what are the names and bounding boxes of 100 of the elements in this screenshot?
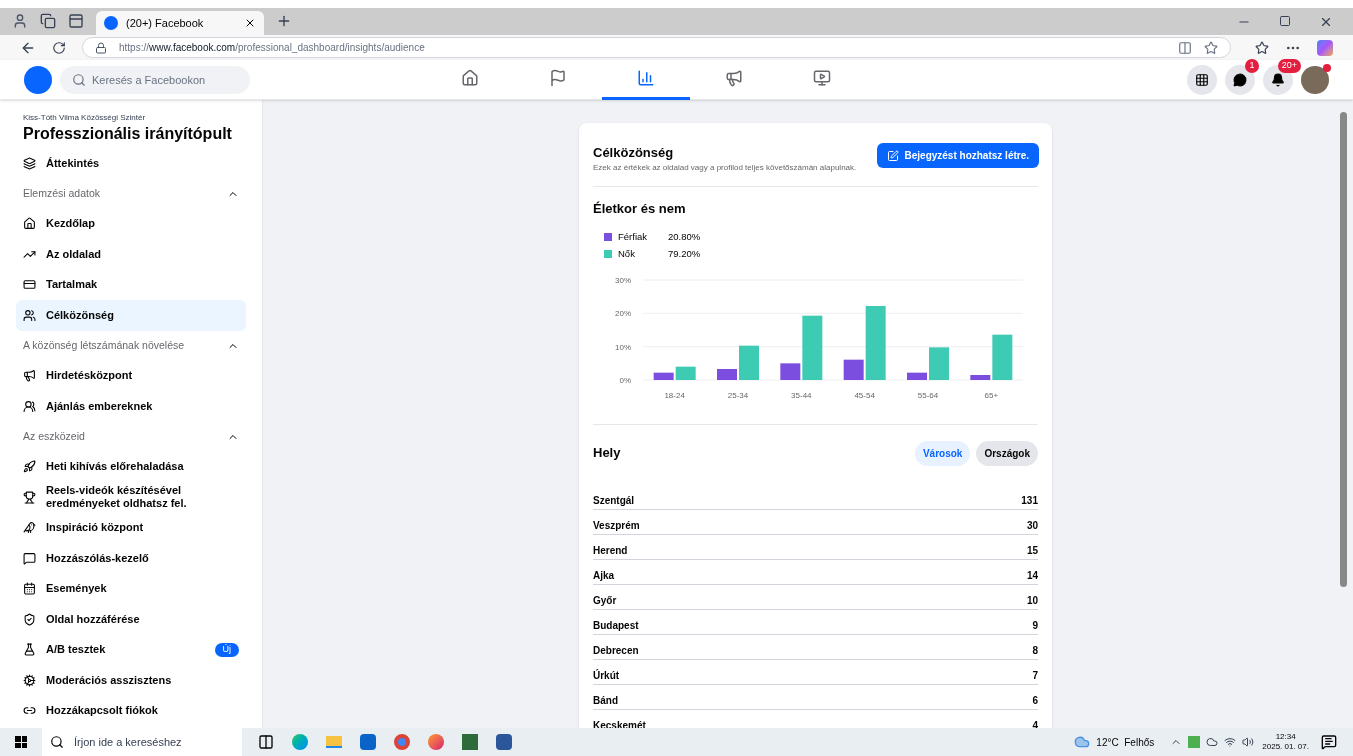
card-description: Ezek az értékek az oldalad vagy a profilod teljes követőszámán alapulnak. — [593, 162, 858, 173]
comment-icon — [23, 551, 36, 565]
browser-app-icon[interactable] — [292, 734, 308, 750]
city-count: 15 — [1026, 543, 1038, 558]
messenger-button[interactable] — [1225, 64, 1255, 95]
sidebar-item[interactable]: Moderációs asszisztens — [16, 665, 246, 696]
bar — [907, 372, 927, 380]
megaphone-icon — [725, 69, 743, 87]
browser-app-icon[interactable] — [394, 734, 410, 750]
city-count: 6 — [1032, 693, 1038, 708]
sidebar-item[interactable]: Események — [16, 573, 246, 604]
city-name: Debrecen — [593, 643, 639, 658]
calendar-icon — [23, 582, 36, 596]
search-icon — [50, 735, 64, 749]
megaphone-icon — [23, 369, 36, 383]
workspaces-icon[interactable] — [40, 13, 56, 29]
close-icon[interactable] — [244, 17, 256, 29]
axis-category-label: 35-44 — [791, 390, 812, 400]
legend-label: Nők — [618, 247, 636, 262]
facebook-favicon-icon — [104, 16, 118, 30]
filter-toggle[interactable]: Városok — [914, 440, 971, 466]
city-name: Győr — [593, 593, 617, 608]
weather-icon[interactable] — [1074, 734, 1091, 750]
video-icon — [813, 69, 831, 87]
axis-category-label: 45-54 — [854, 390, 875, 400]
facebook-logo[interactable] — [24, 65, 52, 94]
notification-center-icon[interactable] — [1321, 734, 1337, 750]
reload-icon[interactable] — [52, 40, 66, 55]
axis-tick-label: 20% — [615, 308, 631, 318]
city-name: Bánd — [593, 693, 618, 708]
city-name: Úrkút — [593, 668, 620, 683]
sidebar-item[interactable]: Célközönség — [16, 300, 246, 331]
bar — [739, 345, 759, 380]
new-tab-icon[interactable] — [276, 13, 292, 29]
city-name: Kecskemét — [593, 718, 646, 728]
trophy-icon — [23, 490, 36, 504]
sidebar-item[interactable]: Hozzákapcsolt fiókok — [16, 695, 246, 726]
sidebar-item[interactable]: Heti kihívás előrehaladása — [16, 451, 246, 482]
browser-app-icon[interactable] — [428, 734, 444, 750]
sidebar-item[interactable]: Reels-videók készítésével eredményeket oldhatsz fel. — [16, 482, 246, 513]
section-header[interactable]: Az eszközeid — [16, 421, 246, 452]
content-icon — [23, 278, 36, 292]
axis-category-label: 55-64 — [917, 390, 939, 400]
city-name: Veszprém — [593, 518, 640, 533]
section-header[interactable]: A közönség létszámának növelése — [16, 330, 246, 361]
new-badge: Új — [214, 643, 239, 657]
sidebar-item[interactable]: Hirdetésközpont — [16, 360, 246, 391]
bar — [717, 368, 737, 380]
gear-icon — [23, 673, 36, 687]
sidebar-item[interactable]: Az oldalad — [16, 239, 246, 270]
split-screen-icon[interactable] — [1178, 40, 1192, 55]
people-icon — [23, 308, 36, 322]
bar — [929, 346, 949, 380]
axis-category-label: 18-24 — [664, 390, 685, 400]
city-name: Ajka — [593, 568, 615, 583]
flag-icon — [549, 69, 567, 87]
profile-icon[interactable] — [12, 13, 28, 29]
dashboard-title: Professzionális irányítópult — [22, 124, 233, 144]
sidebar-item[interactable]: Kezdőlap — [16, 208, 246, 239]
favorite-star-icon[interactable] — [1204, 40, 1218, 55]
weather-text[interactable]: 12°C Felhős — [1096, 734, 1155, 750]
sidebar-item[interactable]: Áttekintés — [16, 148, 246, 179]
browser-tab[interactable]: (20+) Facebook — [96, 11, 264, 35]
word-app-icon[interactable] — [496, 734, 512, 750]
cloud-icon[interactable] — [1206, 736, 1219, 748]
taskbar-search-field[interactable]: Írjon ide a kereséshez — [42, 728, 242, 756]
tab-actions-icon[interactable] — [68, 13, 84, 29]
sidebar-item[interactable]: Inspiráció központ — [16, 512, 246, 543]
city-name: Budapest — [593, 618, 639, 633]
favorites-icon[interactable] — [1255, 40, 1269, 55]
city-count: 9 — [1032, 618, 1038, 633]
sidebar-item[interactable]: Oldal hozzáférése — [16, 604, 246, 635]
volume-icon[interactable] — [1242, 736, 1255, 748]
create-post-button[interactable]: Bejegyzést hozhatsz létre. — [876, 143, 1039, 168]
task-view-icon[interactable] — [258, 734, 274, 750]
search-field[interactable]: Keresés a Facebookon — [60, 65, 250, 94]
network-icon[interactable] — [1224, 736, 1237, 748]
section-header[interactable]: Elemzési adatok — [16, 178, 246, 209]
legend-value: 79.20% — [668, 247, 701, 262]
sidebar-item[interactable]: A/B tesztek Új — [16, 634, 246, 665]
city-count: 7 — [1032, 668, 1038, 683]
sidebar-item[interactable]: Tartalmak — [16, 269, 246, 300]
close-icon[interactable] — [1319, 15, 1333, 29]
copilot-icon[interactable] — [1317, 39, 1333, 56]
city-count: 8 — [1032, 643, 1038, 658]
section-title: Életkor és nem — [593, 199, 687, 218]
filter-toggle[interactable]: Országok — [976, 440, 1038, 466]
profile-avatar[interactable] — [1301, 65, 1329, 94]
sidebar-item[interactable]: Ajánlás embereknek — [16, 391, 246, 422]
clock[interactable]: 12:34 2025. 01. 07. — [1262, 732, 1309, 752]
rocket-icon — [23, 460, 36, 474]
sidebar-item[interactable]: Hozzászólás-kezelő — [16, 543, 246, 574]
windows-start-icon[interactable] — [15, 736, 27, 748]
mail-app-icon[interactable] — [360, 734, 376, 750]
scrollbar-thumb[interactable] — [1339, 112, 1347, 587]
restore-icon[interactable] — [1279, 15, 1291, 27]
address-bar[interactable]: https://www.facebook.com/professional_dashboard/insights/audience — [82, 37, 1231, 58]
people-icon — [23, 399, 36, 413]
menu-button[interactable] — [1187, 64, 1217, 95]
city-count: 10 — [1026, 593, 1038, 608]
